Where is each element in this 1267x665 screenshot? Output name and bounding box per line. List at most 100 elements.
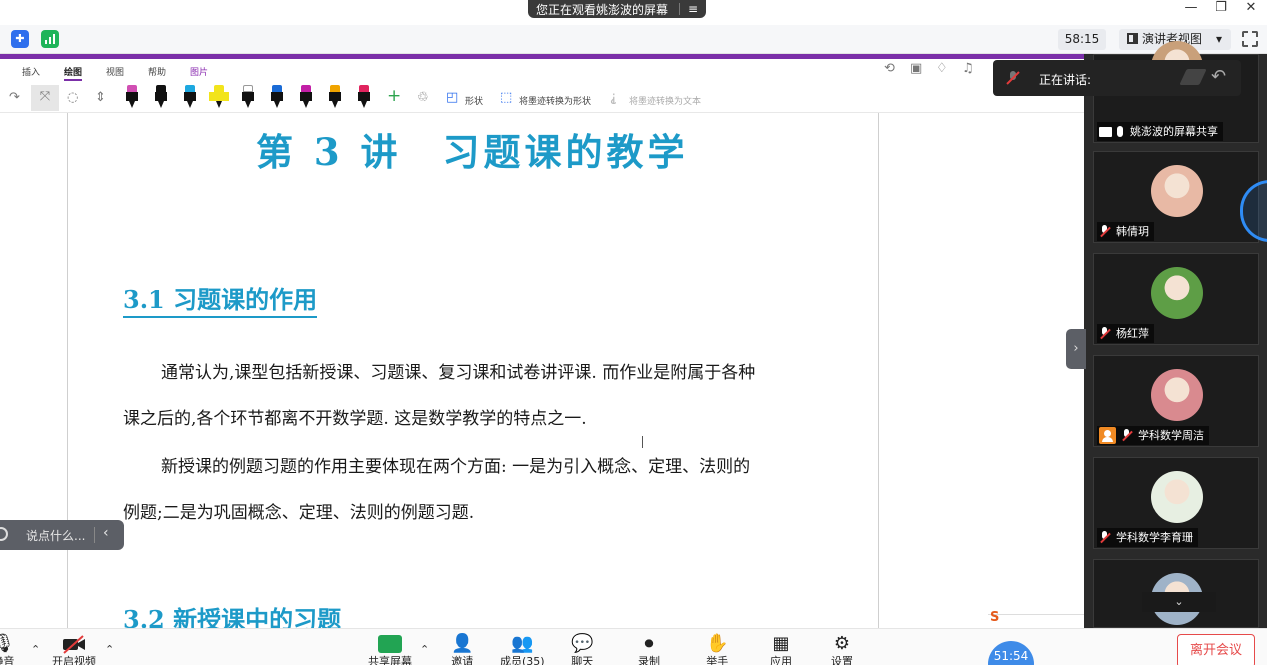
pen-body [155,92,167,101]
scroll-down-button[interactable]: ⌄ [1142,592,1216,612]
video-button[interactable]: 开启视频 [52,633,96,665]
pen-body [242,92,254,101]
emoji-icon[interactable] [0,527,8,541]
participant-name-tag: 姚澎波的屏幕共享 [1097,122,1223,141]
pen-swatch[interactable] [184,85,196,109]
gear-icon: ⚙ [833,633,851,654]
undo-icon[interactable]: ↶ [1211,66,1226,87]
members-label: 成员(35) [500,655,545,665]
pen-swatch[interactable] [300,85,312,109]
participant-name: 学科数学周洁 [1138,429,1204,442]
settings-label: 设置 [831,655,853,665]
leave-meeting-button[interactable]: 离开会议 [1177,634,1255,665]
tab-draw[interactable]: 绘图 [64,65,83,81]
chat-placeholder[interactable]: 说点什么... [26,527,85,544]
pen-body [209,92,229,101]
mute-label: 静音 [0,655,15,665]
lightbulb-icon[interactable]: ♢ [936,61,948,76]
add-pen-icon[interactable]: + [387,86,401,106]
collapse-strip-button[interactable]: › [1066,329,1086,369]
avatar [1151,369,1203,421]
close-button[interactable]: ✕ [1239,0,1263,18]
divider [94,527,95,543]
pen-swatch[interactable] [209,85,229,109]
invite-button[interactable]: 👤 邀请 [451,633,473,665]
settings-button[interactable]: ⚙ 设置 [831,633,853,665]
eraser-icon[interactable] [1179,69,1207,85]
tab-view[interactable]: 视图 [106,65,124,78]
avatar-image [1151,267,1203,319]
pen-color-cap [156,85,166,92]
restore-button[interactable]: ❐ [1209,0,1233,18]
video-off-icon [63,635,85,654]
participant-tile[interactable]: 韩倩玥 [1093,151,1259,243]
chevron-up-icon[interactable]: ⌃ [31,643,40,656]
section-heading-2: 3.2 新授课中的习题 [123,605,342,628]
network-signal-icon[interactable] [41,30,59,48]
page-edge-left [67,113,68,628]
screen-share-status[interactable]: 您正在观看姚澎波的屏幕 ≡ [528,0,706,18]
record-icon: ⏺ [644,633,654,654]
raise-hand-button[interactable]: ✋ 举手 [706,633,728,665]
shape-label[interactable]: 形状 [465,94,483,107]
tab-help[interactable]: 帮助 [148,65,166,78]
share-menu-icon[interactable]: ≡ [680,2,706,16]
participant-tile[interactable]: 学科数学李育珊 [1093,457,1259,549]
share-icon[interactable]: ⟲ [884,61,895,76]
ink-replay-icon[interactable]: ♲ [417,90,429,105]
ime-toolbar[interactable]: S [988,610,1084,628]
select-tool-icon[interactable]: ⤧ [31,85,59,111]
tab-picture[interactable]: 图片 [190,65,208,78]
host-badge-icon [1099,427,1116,444]
fullscreen-icon[interactable] [1242,31,1258,47]
pen-body [358,92,370,101]
pen-swatch[interactable] [155,85,167,109]
avatar-image [1151,471,1203,523]
redo-icon[interactable]: ↷ [9,90,20,105]
network-timer-badge[interactable]: 51:54 [988,641,1034,665]
chat-quick-input[interactable]: 说点什么... ‹ [0,520,124,550]
participant-tile[interactable]: 杨红萍 [1093,253,1259,345]
ink-to-text-icon[interactable]: ⸘ [610,90,617,105]
notebook-icon[interactable]: ▣ [910,61,922,76]
minimize-button[interactable]: — [1179,0,1203,18]
mic-muted-icon [1121,429,1132,442]
pen-swatch[interactable] [126,85,138,109]
bell-icon[interactable]: ♫ [962,61,974,76]
pen-swatch[interactable] [329,85,341,109]
insert-space-icon[interactable]: ⇕ [95,90,106,105]
lasso-icon[interactable]: ◌ [67,90,78,105]
pen-swatch[interactable] [242,85,254,109]
chevron-down-icon: ▾ [1215,32,1222,46]
participant-name-tag: 韩倩玥 [1097,222,1154,241]
pen-tip [303,101,309,108]
security-shield-icon[interactable]: ✚ [11,30,29,48]
mute-button[interactable]: 🎙静音 [0,633,15,665]
participant-tile[interactable]: 学科数学周洁 [1093,355,1259,447]
ink-to-shape-icon[interactable]: ⬚ [500,90,512,105]
ime-logo-icon: S [990,610,1000,625]
chat-button[interactable]: 💬 聊天 [571,633,593,665]
pen-swatch[interactable] [271,85,283,109]
shape-icon[interactable]: ◰ [446,90,458,105]
record-button[interactable]: ⏺ 录制 [638,633,660,665]
mic-muted-icon [1006,71,1020,85]
apps-button[interactable]: ▦ 应用 [770,633,792,665]
ink-to-text-label[interactable]: 将墨迹转换为文本 [629,94,701,107]
members-button[interactable]: 👥 成员(35) [500,633,545,665]
record-label: 录制 [638,655,660,665]
mic-muted-icon [1099,531,1110,544]
pen-color-cap [272,85,282,92]
tab-insert[interactable]: 插入 [22,65,40,78]
pen-color-cap [214,85,224,92]
ink-to-shape-label[interactable]: 将墨迹转换为形状 [519,94,591,107]
avatar [1151,165,1203,217]
chevron-up-icon[interactable]: ⌃ [420,643,429,656]
chevron-up-icon[interactable]: ⌃ [105,643,114,656]
collapse-chat-icon[interactable]: ‹ [103,525,109,541]
paragraph-2-line-2: 例题;二是为巩固概念、定理、法则的例题习题. [123,503,475,523]
share-screen-button[interactable]: 共享屏幕 [368,633,412,665]
pen-swatch[interactable] [358,85,370,109]
page-edge-right [878,113,879,628]
hand-icon: ✋ [706,633,729,654]
